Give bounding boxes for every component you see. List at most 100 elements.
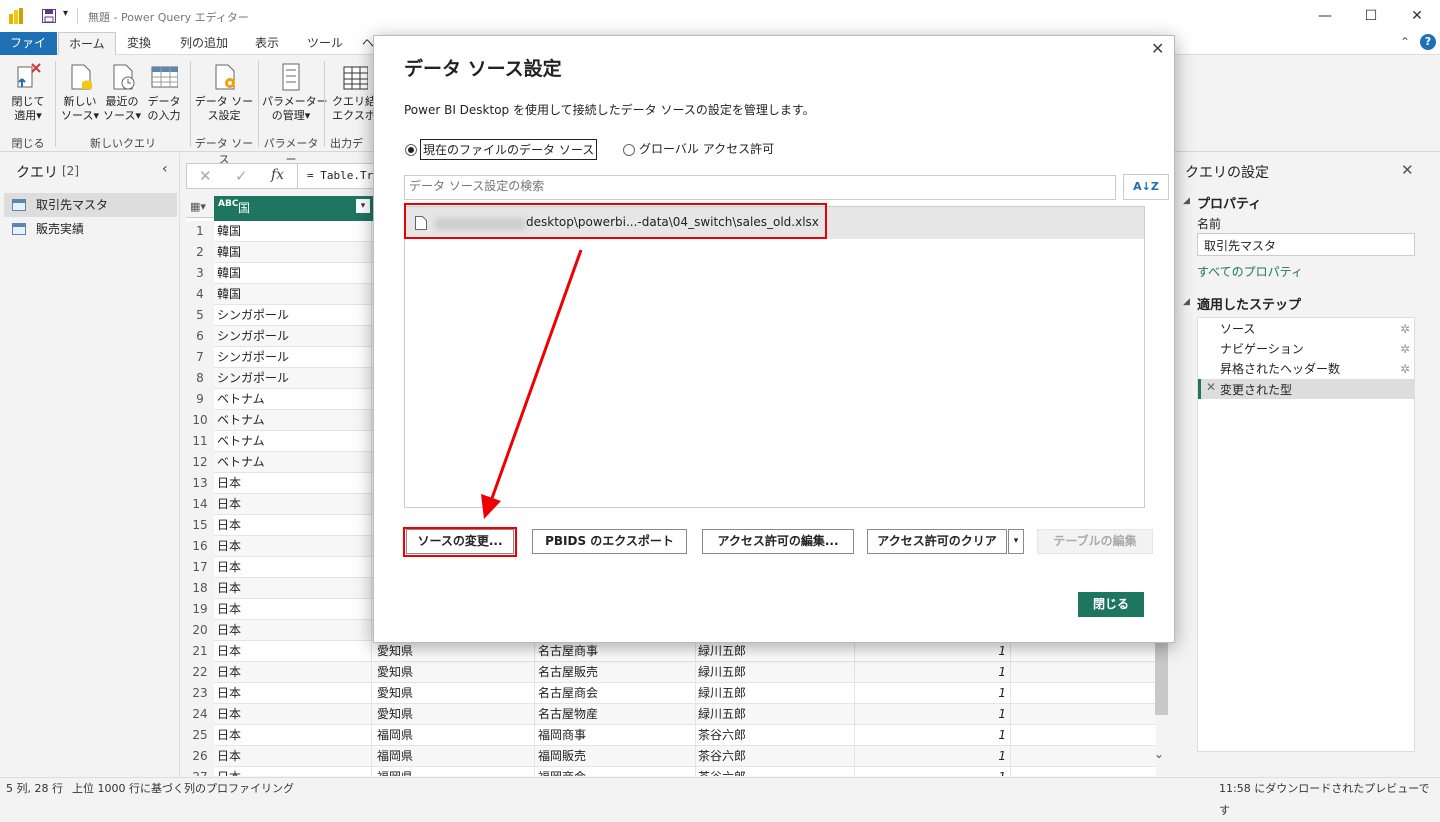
collapse-properties-icon[interactable]: ◢ — [1183, 196, 1190, 206]
cell-country[interactable]: 日本 — [217, 473, 372, 494]
cancel-formula-icon[interactable]: ✕ — [199, 167, 212, 185]
cell-person[interactable]: 緑川五郎 — [698, 662, 855, 683]
tab-transform[interactable]: 変換 — [117, 32, 161, 55]
cell-country[interactable]: 日本 — [217, 515, 372, 536]
cell-person[interactable]: 緑川五郎 — [698, 683, 855, 704]
query-item[interactable]: 販売実績 — [4, 217, 177, 241]
cell-number[interactable]: 1 — [857, 746, 1011, 767]
cell-number[interactable]: 1 — [857, 662, 1011, 683]
cell-country[interactable]: 日本 — [217, 641, 372, 662]
collapse-ribbon-icon[interactable]: ⌃ — [1400, 35, 1410, 49]
step-item[interactable]: ソース ✲ — [1220, 319, 1414, 339]
cell-country[interactable]: 日本 — [217, 746, 372, 767]
step-gear-icon[interactable]: ✲ — [1400, 339, 1410, 359]
close-settings-icon[interactable]: ✕ — [1401, 161, 1414, 179]
cell-country[interactable]: 日本 — [217, 536, 372, 557]
column-filter-icon[interactable]: ▾ — [356, 199, 370, 213]
cell-country[interactable]: 日本 — [217, 557, 372, 578]
cell-prefecture[interactable]: 福岡県 — [377, 746, 535, 767]
cell-country[interactable]: 日本 — [217, 620, 372, 641]
close-window-button[interactable]: ✕ — [1394, 0, 1440, 32]
status-profiling[interactable]: 上位 1000 行に基づく列のプロファイリング — [72, 778, 294, 800]
cell-company[interactable]: 福岡販売 — [538, 746, 696, 767]
tab-file[interactable]: ファイル — [0, 32, 57, 72]
maximize-button[interactable]: ☐ — [1348, 0, 1394, 32]
cell-number[interactable]: 1 — [857, 725, 1011, 746]
query-item[interactable]: 取引先マスタ — [4, 193, 177, 217]
cell-country[interactable]: 日本 — [217, 704, 372, 725]
help-icon[interactable]: ? — [1420, 34, 1436, 50]
new-source-button[interactable]: 新しい ソース▾ — [60, 61, 100, 123]
formula-text[interactable]: = Table.Tr — [307, 169, 373, 182]
cell-country[interactable]: ベトナム — [217, 431, 372, 452]
column-header-country[interactable]: ABC 国 ▾ — [214, 196, 374, 218]
tab-home[interactable]: ホーム — [58, 32, 116, 56]
cell-number[interactable]: 1 — [857, 641, 1011, 662]
cell-number[interactable]: 1 — [857, 683, 1011, 704]
cell-person[interactable]: 茶谷六郎 — [698, 746, 855, 767]
step-item[interactable]: 昇格されたヘッダー数 ✲ — [1220, 359, 1414, 379]
tab-view[interactable]: 表示 — [245, 32, 289, 55]
query-export-button[interactable]: クエリ結 エクスポ — [330, 61, 378, 123]
collapse-steps-icon[interactable]: ◢ — [1183, 297, 1190, 307]
cell-prefecture[interactable]: 福岡県 — [377, 767, 535, 776]
cell-prefecture[interactable]: 福岡県 — [377, 725, 535, 746]
step-gear-icon[interactable]: ✲ — [1400, 319, 1410, 339]
cell-company[interactable]: 名古屋商事 — [538, 641, 696, 662]
tab-add-column[interactable]: 列の追加 — [170, 32, 238, 55]
enter-data-button[interactable]: データ の入力 — [144, 61, 184, 123]
cell-number[interactable]: 1 — [857, 767, 1011, 776]
cell-country[interactable]: 日本 — [217, 662, 372, 683]
manage-parameters-button[interactable]: パラメーター の管理▾ — [262, 61, 328, 123]
collapse-queries-icon[interactable]: ‹ — [162, 161, 168, 177]
cell-country[interactable]: ベトナム — [217, 389, 372, 410]
cell-prefecture[interactable]: 愛知県 — [377, 662, 535, 683]
query-name-input[interactable]: 取引先マスタ — [1197, 233, 1415, 256]
column-type-icon[interactable]: ABC — [218, 199, 238, 209]
cell-person[interactable]: 緑川五郎 — [698, 641, 855, 662]
recent-sources-button[interactable]: 最近の ソース▾ — [102, 61, 142, 123]
cell-person[interactable]: 緑川五郎 — [698, 704, 855, 725]
cell-country[interactable]: 韓国 — [217, 263, 372, 284]
cell-prefecture[interactable]: 愛知県 — [377, 683, 535, 704]
delete-step-icon[interactable]: ✕ — [1206, 380, 1216, 394]
cell-country[interactable]: 日本 — [217, 578, 372, 599]
table-menu-icon[interactable]: ▦▾ — [190, 200, 206, 213]
cell-company[interactable]: 名古屋物産 — [538, 704, 696, 725]
minimize-button[interactable]: — — [1302, 0, 1348, 32]
cell-country[interactable]: ベトナム — [217, 452, 372, 473]
step-gear-icon[interactable]: ✲ — [1400, 359, 1410, 379]
scroll-down-icon[interactable]: ⌄ — [1154, 747, 1164, 761]
cell-company[interactable]: 福岡商会 — [538, 767, 696, 776]
save-icon[interactable] — [42, 9, 56, 23]
step-item[interactable]: ナビゲーション ✲ — [1220, 339, 1414, 359]
cell-country[interactable]: ベトナム — [217, 410, 372, 431]
cell-country[interactable]: 日本 — [217, 725, 372, 746]
fx-icon[interactable]: fx — [271, 167, 284, 183]
cell-number[interactable]: 1 — [857, 704, 1011, 725]
cell-country[interactable]: 韓国 — [217, 242, 372, 263]
data-source-settings-button[interactable]: データ ソー ス設定 — [194, 61, 254, 123]
cell-country[interactable]: 日本 — [217, 767, 372, 776]
cell-person[interactable]: 茶谷六郎 — [698, 725, 855, 746]
cell-company[interactable]: 名古屋販売 — [538, 662, 696, 683]
cell-company[interactable]: 名古屋商会 — [538, 683, 696, 704]
cell-country[interactable]: 日本 — [217, 599, 372, 620]
quick-access-dropdown-icon[interactable]: ▾ — [63, 8, 68, 19]
cell-person[interactable]: 茶谷六郎 — [698, 767, 855, 776]
cell-country[interactable]: シンガポール — [217, 368, 372, 389]
confirm-formula-icon[interactable]: ✓ — [235, 167, 248, 185]
cell-country[interactable]: シンガポール — [217, 305, 372, 326]
cell-country[interactable]: 韓国 — [217, 284, 372, 305]
cell-company[interactable]: 福岡商事 — [538, 725, 696, 746]
cell-country[interactable]: 日本 — [217, 683, 372, 704]
cell-prefecture[interactable]: 愛知県 — [377, 704, 535, 725]
vertical-scrollbar-thumb[interactable] — [1155, 643, 1168, 715]
all-properties-link[interactable]: すべてのプロパティ — [1197, 263, 1303, 280]
cell-prefecture[interactable]: 愛知県 — [377, 641, 535, 662]
cell-country[interactable]: 韓国 — [217, 221, 372, 242]
cell-country[interactable]: 日本 — [217, 494, 372, 515]
cell-country[interactable]: シンガポール — [217, 347, 372, 368]
cell-country[interactable]: シンガポール — [217, 326, 372, 347]
step-item-selected[interactable]: ✕ 変更された型 — [1198, 379, 1414, 399]
